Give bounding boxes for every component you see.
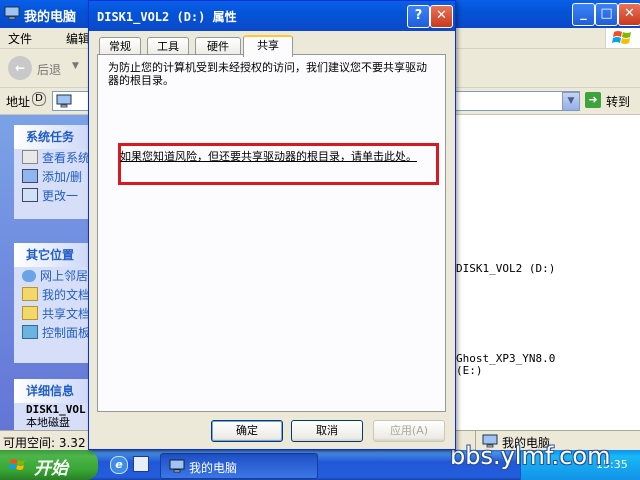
watermark: bbs.ylmf.com — [450, 442, 611, 470]
minimize-button[interactable]: _ — [572, 3, 595, 26]
tab-tools[interactable]: 工具 — [147, 37, 189, 55]
address-hotkey-icon: D — [32, 92, 46, 106]
go-arrow-icon[interactable]: ➜ — [585, 92, 601, 108]
address-dropdown-button[interactable]: ▼ — [562, 92, 580, 111]
system-info-icon — [22, 150, 38, 164]
drive-item[interactable]: Ghost_XP3_YN8.0 (E:) — [456, 353, 555, 377]
shared-folder-icon — [22, 306, 38, 320]
computer-icon — [4, 6, 20, 20]
dialog-close-button[interactable]: ✕ — [430, 5, 453, 28]
control-panel-icon — [22, 325, 38, 339]
cancel-button[interactable]: 取消 — [291, 420, 363, 442]
menu-file[interactable]: 文件 — [8, 30, 32, 47]
ie-icon[interactable]: e — [110, 456, 128, 474]
change-setting-icon — [22, 188, 38, 202]
chevron-down-icon[interactable]: ▼ — [72, 61, 79, 71]
network-icon — [22, 270, 36, 282]
task-pane: 系统任务 查看系统 添加/删 更改一 其它位置 网上邻居 我的文档 共享文档 控… — [0, 115, 100, 430]
maximize-button[interactable]: □ — [595, 3, 618, 26]
back-arrow-icon[interactable]: ← — [8, 56, 32, 80]
documents-folder-icon — [22, 287, 38, 301]
share-root-link[interactable]: 如果您知道风险，但还要共享驱动器的根目录，请单击此处。 — [120, 150, 430, 164]
drive-item[interactable]: DISK1_VOL2 (D:) — [456, 261, 555, 275]
sharing-tab-panel: 为防止您的计算机受到未经授权的访问，我们建议您不要共享驱动器的根目录。 如果您知… — [97, 54, 446, 412]
windows-flag-icon — [8, 459, 25, 470]
tab-sharing[interactable]: 共享 — [243, 35, 293, 57]
windows-logo — [605, 28, 640, 48]
taskbar: 开始 e 我的电脑 15:35 bbs.ylmf.com — [0, 442, 640, 480]
sharing-warning-text: 为防止您的计算机受到未经授权的访问，我们建议您不要共享驱动器的根目录。 — [108, 61, 427, 87]
explorer-title: 我的电脑 — [24, 10, 77, 25]
tab-hardware[interactable]: 硬件 — [195, 37, 241, 55]
help-button[interactable]: ? — [407, 5, 430, 28]
properties-dialog: DISK1_VOL2 (D:) 属性 ? ✕ 常规 工具 硬件 共享 为防止您的… — [88, 0, 456, 450]
show-desktop-icon[interactable] — [133, 456, 149, 472]
start-label: 开始 — [34, 459, 68, 479]
close-button[interactable]: ✕ — [618, 3, 640, 26]
start-button[interactable]: 开始 — [0, 450, 98, 480]
dialog-title: DISK1_VOL2 (D:) 属性 — [97, 10, 237, 24]
go-button-label[interactable]: 转到 — [606, 93, 630, 110]
address-label: 地址 — [6, 95, 31, 109]
ok-button[interactable]: 确定 — [211, 420, 283, 442]
windows-flag-icon — [612, 31, 631, 44]
menu-edit[interactable]: 编辑 — [66, 30, 90, 47]
back-button-label[interactable]: 后退 — [37, 61, 61, 78]
computer-icon — [169, 459, 185, 473]
tab-general[interactable]: 常规 — [99, 37, 141, 55]
taskbar-item-label: 我的电脑 — [189, 461, 238, 475]
computer-icon — [56, 94, 72, 108]
status-free-space: 可用空间: 3.32 — [3, 436, 86, 450]
apply-button[interactable]: 应用(A) — [373, 420, 445, 442]
dialog-titlebar: DISK1_VOL2 (D:) 属性 ? ✕ — [89, 1, 455, 31]
add-remove-icon — [22, 169, 38, 183]
taskbar-item-my-computer[interactable]: 我的电脑 — [160, 453, 318, 479]
